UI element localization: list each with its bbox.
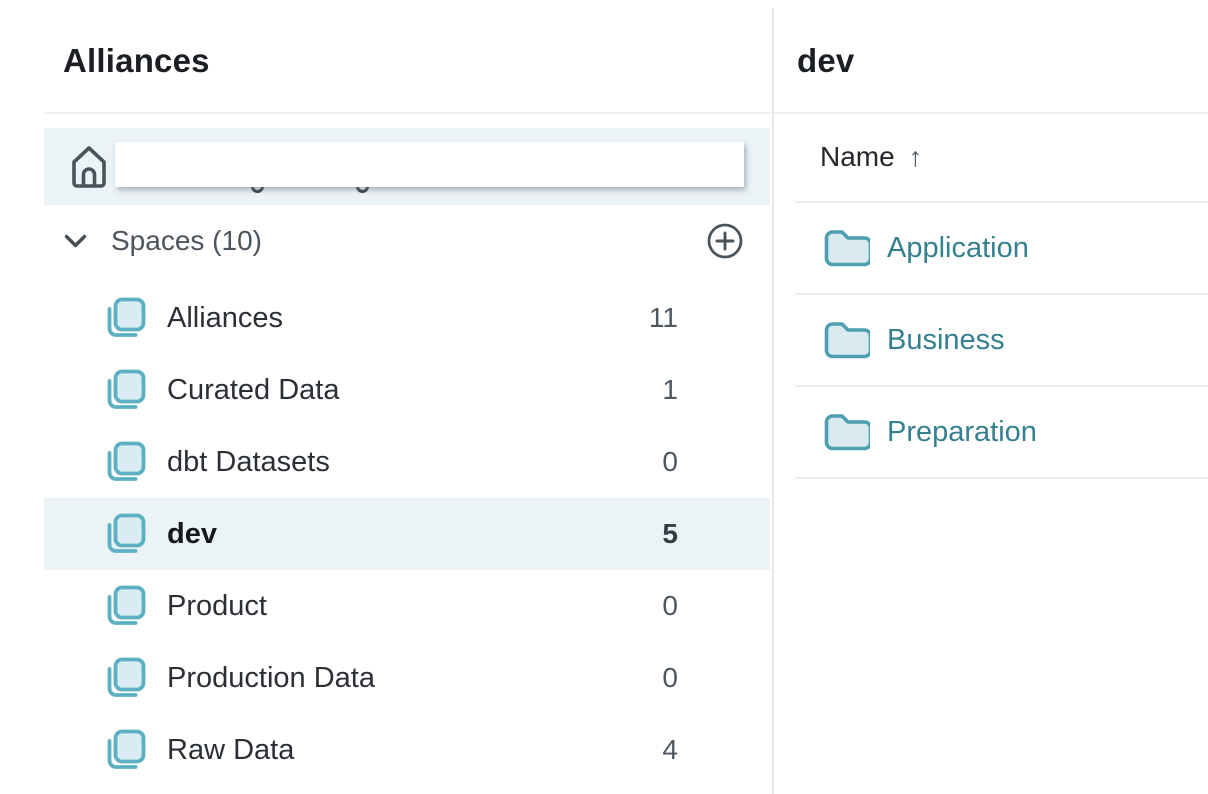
sidebar-item-production-data[interactable]: Production Data 0 <box>44 642 770 714</box>
space-icon <box>103 727 147 773</box>
space-item-label: Curated Data <box>167 374 340 407</box>
space-item-count: 11 <box>649 302 678 334</box>
space-item-label: dbt Datasets <box>167 446 330 479</box>
sidebar-item-dev[interactable]: dev 5 <box>44 498 770 570</box>
folder-label: Preparation <box>887 416 1037 449</box>
space-item-count: 0 <box>662 590 678 622</box>
sidebar-item-curated-data[interactable]: Curated Data 1 <box>44 354 770 426</box>
folder-icon <box>823 228 870 268</box>
folder-row-application[interactable]: Application <box>795 203 1208 295</box>
space-icon <box>103 439 147 485</box>
sidebar-title: Alliances <box>63 42 210 80</box>
chevron-down-icon[interactable] <box>64 234 87 249</box>
name-header-label: Name <box>820 141 895 173</box>
page-title: dev <box>797 42 854 80</box>
space-icon <box>103 511 147 557</box>
folder-row-business[interactable]: Business <box>795 295 1208 387</box>
folder-row-preparation[interactable]: Preparation <box>795 387 1208 479</box>
spaces-section-label: Spaces (10) <box>111 225 262 257</box>
sidebar-item-dbt-datasets[interactable]: dbt Datasets 0 <box>44 426 770 498</box>
space-icon <box>103 655 147 701</box>
space-item-label: Production Data <box>167 662 375 695</box>
app-root: { "sidebar": { "title": "Alliances", "se… <box>0 0 1208 794</box>
sidebar-item-alliances[interactable]: Alliances 11 <box>44 282 770 354</box>
space-icon <box>103 367 147 413</box>
spaces-section-header[interactable]: Spaces (10) <box>44 219 770 263</box>
panel-divider <box>772 8 774 794</box>
add-space-button[interactable] <box>706 222 744 260</box>
space-list: Alliances 11 Curated Data 1 dbt Datasets… <box>44 282 770 786</box>
space-item-count: 5 <box>662 518 678 550</box>
folder-icon <box>823 320 870 360</box>
folder-label: Business <box>887 324 1005 357</box>
space-item-label: Product <box>167 590 267 623</box>
sidebar-item-product[interactable]: Product 0 <box>44 570 770 642</box>
redaction-overlay <box>115 142 744 187</box>
folder-list: Application Business Preparation <box>795 203 1208 479</box>
folder-icon <box>823 412 870 452</box>
name-column-header[interactable]: Name ↑ <box>820 142 922 172</box>
space-item-label: Raw Data <box>167 734 294 767</box>
header-divider <box>44 112 1208 114</box>
space-item-label: dev <box>167 518 217 551</box>
space-item-count: 0 <box>662 662 678 694</box>
space-item-count: 1 <box>662 374 678 406</box>
home-icon <box>70 143 108 195</box>
space-item-count: 4 <box>662 734 678 766</box>
folder-label: Application <box>887 232 1029 265</box>
home-row[interactable] <box>44 128 770 205</box>
sidebar-item-raw-data[interactable]: Raw Data 4 <box>44 714 770 786</box>
sort-ascending-icon: ↑ <box>909 142 923 173</box>
space-item-label: Alliances <box>167 302 283 335</box>
space-icon <box>103 583 147 629</box>
space-icon <box>103 295 147 341</box>
space-item-count: 0 <box>662 446 678 478</box>
